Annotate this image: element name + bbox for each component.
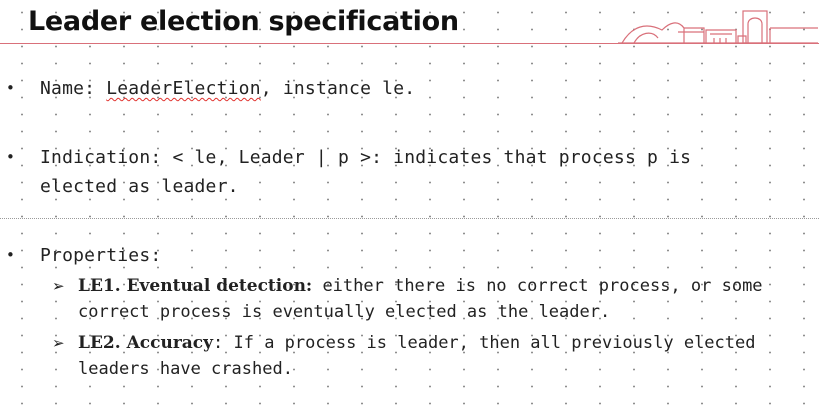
sub-item-line: correct process is eventually elected as… xyxy=(78,302,611,322)
sub-item-text: LE1. Eventual detection: either there is… xyxy=(78,273,818,325)
property-desc: either there is no correct process, or s… xyxy=(312,276,763,296)
bullet-line: Indication: < le, Leader | p >: indicate… xyxy=(40,147,692,168)
property-term: LE1. Eventual detection: xyxy=(78,276,313,296)
bullet-text: Name: LeaderElection, instance le. xyxy=(40,74,800,103)
bullet-line: elected as leader. xyxy=(40,176,239,197)
arrow-bullet-icon: ➢ xyxy=(52,334,65,352)
slide-title: Leader election specification xyxy=(28,6,459,37)
bullet-symbol: • xyxy=(6,79,15,97)
property-term: LE2. Accuracy xyxy=(78,333,214,353)
sub-item-line: LE1. Eventual detection: either there is… xyxy=(78,273,818,299)
bullet-prefix: Name: xyxy=(40,78,107,99)
guide-line xyxy=(0,218,819,219)
bullet-text: Indication: < le, Leader | p >: indicate… xyxy=(40,143,800,201)
property-desc: : If a process is leader, then all previ… xyxy=(213,333,756,353)
bullet-symbol: • xyxy=(6,246,15,264)
slide: Leader election specification • Name: Le… xyxy=(0,0,819,406)
spellcheck-word: LeaderElection xyxy=(106,78,261,99)
university-gate-logo-icon xyxy=(618,10,818,44)
bullet-symbol: • xyxy=(6,148,15,166)
bullet-text: Properties: xyxy=(40,245,162,266)
bullet-suffix: , instance le. xyxy=(260,78,416,99)
sub-item-text: LE2. Accuracy: If a process is leader, t… xyxy=(78,330,818,382)
arrow-bullet-icon: ➢ xyxy=(52,277,65,295)
sub-item-line: leaders have crashed. xyxy=(78,359,293,379)
sub-item-line: LE2. Accuracy: If a process is leader, t… xyxy=(78,330,818,356)
